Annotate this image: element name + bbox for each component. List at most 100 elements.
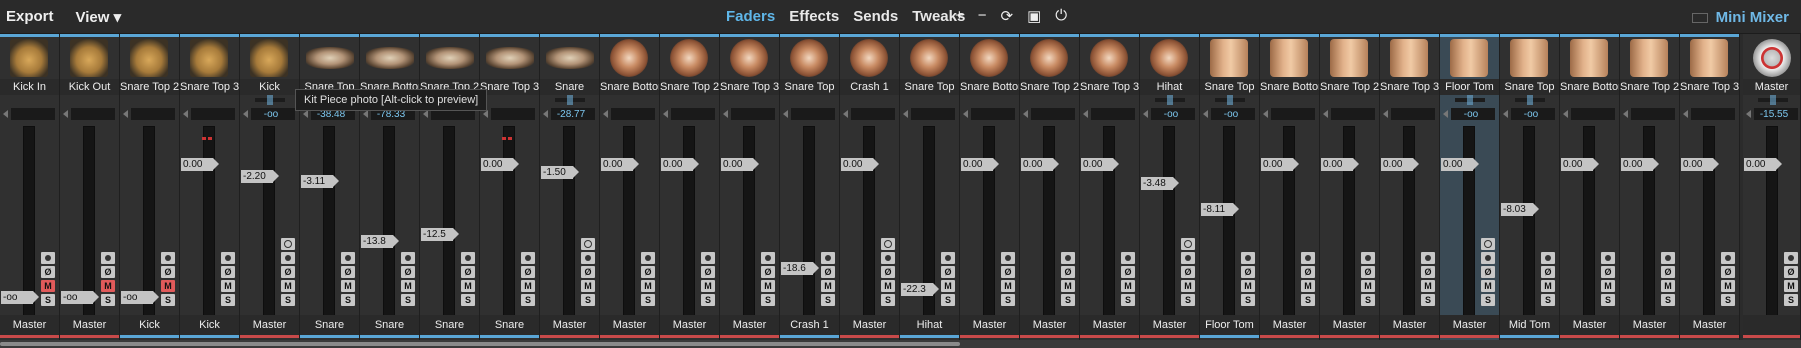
output-route[interactable]: Master <box>720 315 779 335</box>
mute-button[interactable]: M <box>221 280 235 292</box>
solo-button[interactable]: S <box>1241 294 1255 306</box>
fader-track[interactable] <box>83 126 95 336</box>
pan-control[interactable] <box>543 95 597 105</box>
volume-fader[interactable]: 0.00 <box>1381 158 1419 171</box>
record-arm-button[interactable] <box>341 252 355 264</box>
phase-invert-button[interactable]: Ø <box>1181 266 1195 278</box>
mute-button[interactable]: M <box>1784 280 1798 292</box>
output-route[interactable]: Master <box>840 315 899 335</box>
phase-invert-button[interactable]: Ø <box>401 266 415 278</box>
phase-invert-button[interactable]: Ø <box>101 266 115 278</box>
phase-invert-button[interactable]: Ø <box>1061 266 1075 278</box>
volume-fader[interactable]: 0.00 <box>601 158 639 171</box>
channel-name[interactable]: Snare Top <box>900 79 959 95</box>
solo-button[interactable]: S <box>461 294 475 306</box>
mute-button[interactable]: M <box>1121 280 1135 292</box>
volume-fader[interactable]: -oo <box>121 291 159 304</box>
output-route[interactable]: Kick <box>180 315 239 335</box>
mute-button[interactable]: M <box>1181 280 1195 292</box>
phase-invert-button[interactable]: Ø <box>1601 266 1615 278</box>
kit-piece-photo[interactable] <box>970 39 1008 77</box>
kit-piece-photo[interactable] <box>1630 39 1668 77</box>
record-arm-button[interactable] <box>1661 252 1675 264</box>
record-arm-button[interactable] <box>1361 252 1375 264</box>
fader-track[interactable] <box>1163 126 1175 336</box>
volume-fader[interactable]: 0.00 <box>1081 158 1119 171</box>
kit-piece-photo[interactable] <box>486 47 534 69</box>
solo-button[interactable]: S <box>1361 294 1375 306</box>
output-route[interactable]: Master <box>60 315 119 335</box>
channel-name[interactable]: Snare Top 2 <box>120 79 179 95</box>
mute-button[interactable]: M <box>1001 280 1015 292</box>
volume-fader[interactable]: -8.11 <box>1201 203 1239 217</box>
record-arm-button[interactable] <box>701 252 715 264</box>
output-route[interactable]: Master <box>1020 315 1079 335</box>
solo-button[interactable]: S <box>1121 294 1135 306</box>
mute-button[interactable]: M <box>1301 280 1315 292</box>
solo-button[interactable]: S <box>101 294 115 306</box>
phase-invert-button[interactable]: Ø <box>1001 266 1015 278</box>
fader-track[interactable] <box>563 126 575 336</box>
output-route[interactable]: Master <box>240 315 299 335</box>
solo-button[interactable]: S <box>1421 294 1435 306</box>
solo-button[interactable]: S <box>341 294 355 306</box>
solo-safe-button[interactable] <box>1481 238 1495 250</box>
mute-button[interactable]: M <box>461 280 475 292</box>
kit-piece-photo[interactable] <box>1570 39 1608 77</box>
volume-fader[interactable]: -2.20 <box>241 170 279 184</box>
solo-button[interactable]: S <box>401 294 415 306</box>
solo-safe-button[interactable] <box>881 238 895 250</box>
record-arm-button[interactable] <box>1481 252 1495 264</box>
mute-button[interactable]: M <box>821 280 835 292</box>
kit-piece-photo[interactable] <box>1510 39 1548 77</box>
channel-name[interactable]: Snare <box>540 79 599 95</box>
output-route[interactable]: Master <box>960 315 1019 335</box>
solo-button[interactable]: S <box>1481 294 1495 306</box>
kit-piece-photo[interactable] <box>10 39 48 77</box>
tab-effects[interactable]: Effects <box>789 8 839 25</box>
fader-track[interactable] <box>383 126 395 336</box>
phase-invert-button[interactable]: Ø <box>761 266 775 278</box>
phase-invert-button[interactable]: Ø <box>581 266 595 278</box>
volume-fader[interactable]: -oo <box>1 291 39 304</box>
record-arm-button[interactable] <box>521 252 535 264</box>
channel-name[interactable]: Snare Top 2 <box>660 79 719 95</box>
mute-button[interactable]: M <box>941 280 955 292</box>
kit-piece-photo[interactable] <box>130 39 168 77</box>
solo-button[interactable]: S <box>1601 294 1615 306</box>
kit-piece-photo[interactable] <box>1210 39 1248 77</box>
phase-invert-button[interactable]: Ø <box>1541 266 1555 278</box>
volume-fader[interactable]: -oo <box>61 291 99 304</box>
record-arm-button[interactable] <box>1001 252 1015 264</box>
record-arm-button[interactable] <box>761 252 775 264</box>
mute-button[interactable]: M <box>761 280 775 292</box>
record-arm-button[interactable] <box>641 252 655 264</box>
record-arm-button[interactable] <box>401 252 415 264</box>
record-arm-button[interactable] <box>461 252 475 264</box>
record-arm-button[interactable] <box>101 252 115 264</box>
output-route[interactable]: Hihat <box>900 315 959 335</box>
kit-piece-photo[interactable] <box>1390 39 1428 77</box>
solo-button[interactable]: S <box>1181 294 1195 306</box>
mute-button[interactable]: M <box>1421 280 1435 292</box>
phase-invert-button[interactable]: Ø <box>1361 266 1375 278</box>
volume-fader[interactable]: -3.48 <box>1141 177 1179 191</box>
kit-piece-photo[interactable] <box>1270 39 1308 77</box>
record-arm-button[interactable] <box>1541 252 1555 264</box>
solo-button[interactable]: S <box>1061 294 1075 306</box>
solo-button[interactable]: S <box>281 294 295 306</box>
export-menu[interactable]: Export <box>6 8 54 26</box>
mute-button[interactable]: M <box>581 280 595 292</box>
record-arm-button[interactable] <box>161 252 175 264</box>
pan-control[interactable] <box>243 95 297 105</box>
record-arm-button[interactable] <box>821 252 835 264</box>
channel-name[interactable]: Snare Top 3 <box>480 79 539 95</box>
fader-track[interactable] <box>1523 126 1535 336</box>
mute-button[interactable]: M <box>281 280 295 292</box>
phase-invert-button[interactable]: Ø <box>1661 266 1675 278</box>
volume-fader[interactable]: 0.00 <box>1621 158 1659 171</box>
record-arm-button[interactable] <box>41 252 55 264</box>
solo-button[interactable]: S <box>881 294 895 306</box>
volume-fader[interactable]: -13.8 <box>361 235 399 249</box>
output-route[interactable]: Master <box>1440 315 1499 335</box>
